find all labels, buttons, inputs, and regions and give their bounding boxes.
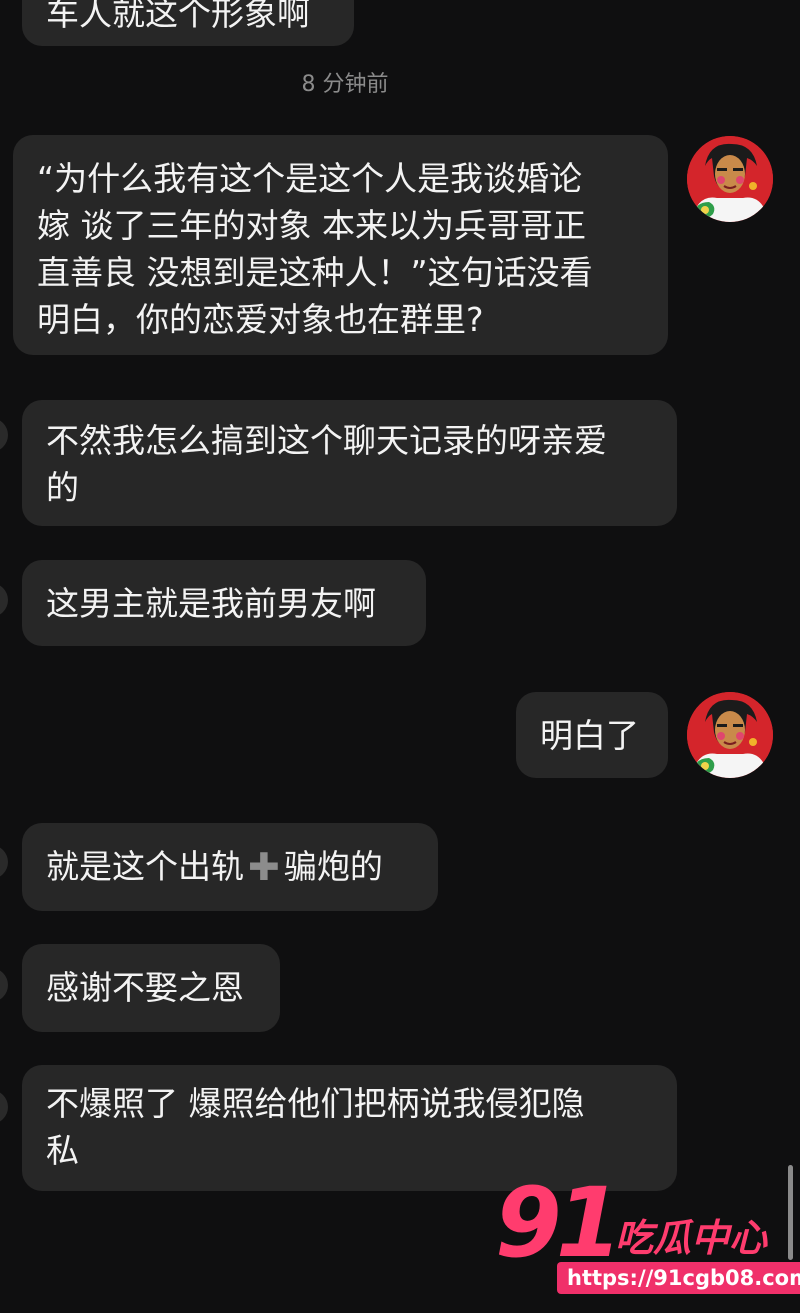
message-bubble-received[interactable]: 这男主就是我前男友啊 [22,560,426,646]
contact-avatar[interactable] [0,968,8,1002]
contact-avatar[interactable] [0,1090,8,1124]
message-text-line: 的 [46,468,79,507]
message-text-line: 不爆照了 爆照给他们把柄说我侵犯隐 [46,1084,585,1123]
plus-emoji-icon: ✚ [248,845,280,889]
message-text: 感谢不娶之恩 [46,968,244,1007]
message-bubble-received[interactable]: 感谢不娶之恩 [22,944,280,1032]
message-text-line: 明白，你的恋爱对象也在群里? [37,300,484,339]
contact-avatar[interactable] [0,583,8,617]
message-text-line: “为什么我有这个是这个人是我谈婚论 [37,159,583,198]
message-text: 明白了 [540,716,639,755]
message-text-line: 嫁 谈了三年的对象 本来以为兵哥哥正 [37,206,586,245]
message-text: 骗炮的 [283,847,383,886]
message-text: 这男主就是我前男友啊 [46,584,376,623]
message-bubble-sent[interactable]: “为什么我有这个是这个人是我谈婚论 嫁 谈了三年的对象 本来以为兵哥哥正 直善良… [13,135,668,355]
watermark-name: 吃瓜中心 [615,1216,768,1260]
user-avatar[interactable] [687,692,773,778]
contact-avatar[interactable] [0,845,8,879]
contact-avatar[interactable] [0,418,8,452]
message-bubble-received[interactable]: 就是这个出轨 ✚ 骗炮的 [22,823,438,911]
message-bubble-sent[interactable]: 明白了 [516,692,668,778]
avatar-illustration-icon [687,692,773,778]
user-avatar[interactable] [687,136,773,222]
watermark-url: https://91cgb08.com [557,1262,800,1294]
watermark-logo: 91 吃瓜中心 https://91cgb08.com [495,1168,800,1300]
message-text-line: 不然我怎么搞到这个聊天记录的呀亲爱 [46,421,607,460]
message-bubble-received[interactable]: 不然我怎么搞到这个聊天记录的呀亲爱 的 [22,400,677,526]
message-text-line: 直善良 没想到是这种人！”这句话没看 [37,253,593,292]
message-text: 就是这个出轨 [46,847,244,886]
message-timestamp: 8 分钟前 [301,72,389,97]
message-text: 车人就这个形象啊 [46,0,310,33]
message-bubble-received[interactable]: 车人就这个形象啊 [22,0,354,46]
avatar-illustration-icon [687,136,773,222]
